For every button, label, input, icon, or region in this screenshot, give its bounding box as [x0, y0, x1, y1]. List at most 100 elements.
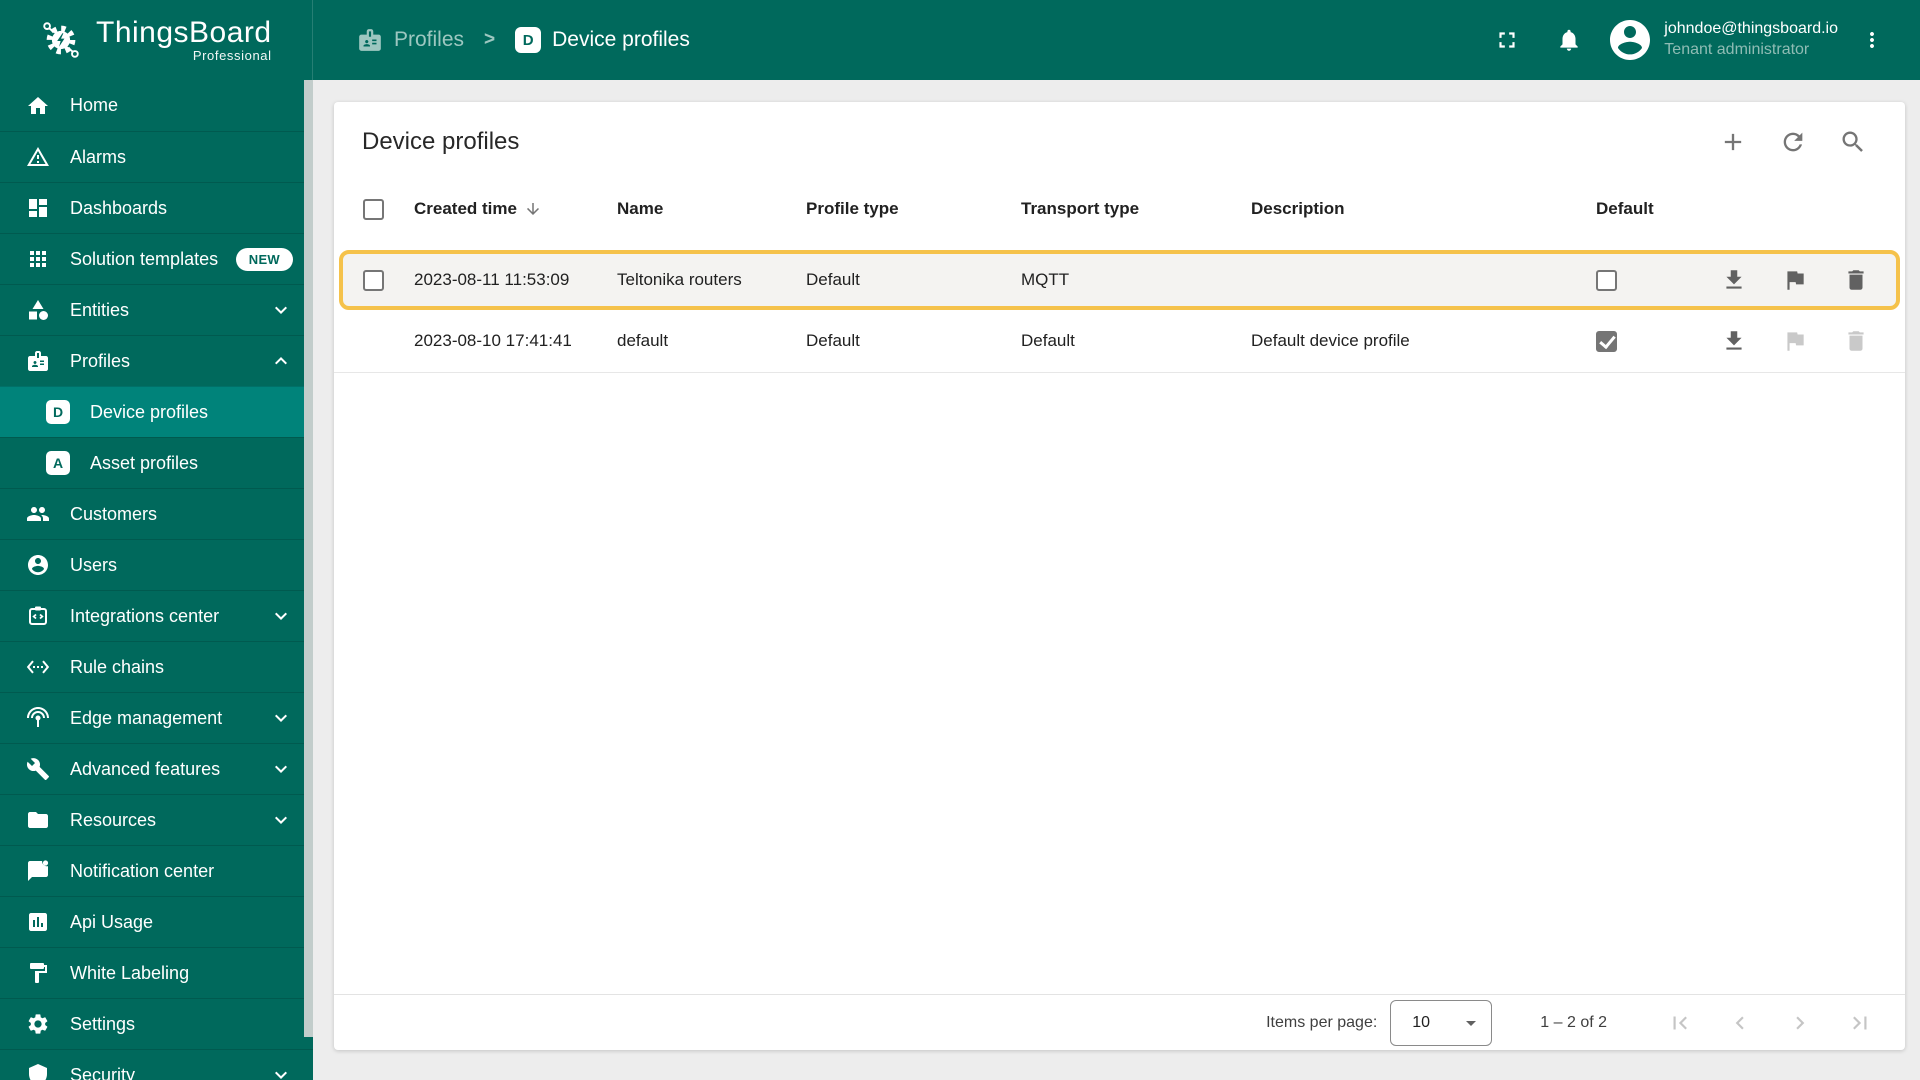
breadcrumb-device-profiles: D Device profiles	[515, 27, 690, 53]
table-toolbar	[1719, 128, 1867, 156]
device-profile-icon: D	[515, 27, 542, 53]
user-avatar-icon[interactable]	[1606, 16, 1654, 64]
table-header-row: Created time Name Profile type Transport…	[334, 186, 1905, 232]
top-header-bar: ThingsBoard Professional Profiles > D De…	[0, 0, 1920, 80]
chevron-down-icon	[269, 1063, 293, 1080]
sidebar-item-edge-management[interactable]: Edge management	[0, 692, 313, 743]
sidebar-item-users[interactable]: Users	[0, 539, 313, 590]
dropdown-caret-icon	[1459, 1011, 1483, 1035]
chevron-down-icon	[269, 757, 293, 781]
page-size-value: 10	[1412, 1013, 1431, 1031]
notification-message-icon	[26, 859, 50, 883]
column-header-created-time[interactable]: Created time	[414, 199, 617, 219]
delete-profile-button[interactable]	[1843, 267, 1869, 293]
topbar-actions: johndoe@thingsboard.io Tenant administra…	[1494, 16, 1920, 64]
export-profile-button[interactable]	[1721, 267, 1747, 293]
sidebar-item-alarms[interactable]: Alarms	[0, 131, 313, 182]
cell-description: Default device profile	[1251, 331, 1410, 350]
warning-icon	[26, 145, 50, 169]
sidebar-item-security[interactable]: Security	[0, 1049, 313, 1080]
add-device-profile-button[interactable]	[1719, 128, 1747, 156]
user-menu[interactable]: johndoe@thingsboard.io Tenant administra…	[1664, 19, 1838, 61]
default-checkbox[interactable]	[1596, 330, 1617, 352]
sidebar-item-dashboards[interactable]: Dashboards	[0, 182, 313, 233]
breadcrumb-separator: >	[484, 29, 496, 50]
cell-name: Teltonika routers	[617, 270, 742, 289]
sidebar-item-device-profiles[interactable]: D Device profiles	[0, 386, 313, 437]
more-options-button[interactable]	[1860, 28, 1884, 52]
cell-created-time: 2023-08-10 17:41:41	[414, 331, 572, 350]
sidebar-item-home[interactable]: Home	[0, 80, 313, 131]
sidebar-item-integrations-center[interactable]: Integrations center	[0, 590, 313, 641]
cell-name: default	[617, 331, 669, 350]
pagination-range-label: 1 – 2 of 2	[1540, 1013, 1607, 1031]
row-checkbox[interactable]	[363, 269, 384, 291]
notifications-bell-button[interactable]	[1556, 27, 1582, 53]
sidebar-item-customers[interactable]: Customers	[0, 488, 313, 539]
sidebar-item-resources[interactable]: Resources	[0, 794, 313, 845]
select-all-checkbox[interactable]	[363, 198, 384, 220]
category-icon	[26, 298, 50, 322]
sidebar-item-white-labeling[interactable]: White Labeling	[0, 947, 313, 998]
sidebar-item-entities[interactable]: Entities	[0, 284, 313, 335]
column-header-name[interactable]: Name	[617, 199, 806, 219]
sidebar-item-settings[interactable]: Settings	[0, 998, 313, 1049]
thingsboard-logo-icon	[38, 17, 84, 63]
user-role: Tenant administrator	[1664, 41, 1810, 58]
sidebar-item-api-usage[interactable]: Api Usage	[0, 896, 313, 947]
home-icon	[26, 94, 50, 118]
next-page-button	[1787, 1010, 1813, 1036]
refresh-button[interactable]	[1779, 128, 1807, 156]
table-row-default[interactable]: 2023-08-10 17:41:41 default Default Defa…	[334, 310, 1905, 373]
cell-profile-type: Default	[806, 270, 860, 289]
fullscreen-button[interactable]	[1494, 27, 1520, 53]
page-title: Device profiles	[362, 128, 520, 155]
sidebar-item-advanced-features[interactable]: Advanced features	[0, 743, 313, 794]
last-page-button	[1847, 1010, 1873, 1036]
user-email: johndoe@thingsboard.io	[1664, 20, 1838, 38]
folder-icon	[26, 808, 50, 832]
chevron-down-icon	[269, 808, 293, 832]
column-header-description[interactable]: Description	[1251, 199, 1596, 219]
dashboard-icon	[26, 196, 50, 220]
previous-page-button	[1727, 1010, 1753, 1036]
pagination-controls	[1667, 1010, 1873, 1036]
antenna-icon	[26, 706, 50, 730]
brand-name: ThingsBoard	[96, 15, 272, 49]
new-badge: NEW	[235, 247, 293, 271]
sidebar-item-rule-chains[interactable]: Rule chains	[0, 641, 313, 692]
apps-grid-icon	[26, 247, 50, 271]
sidebar-item-asset-profiles[interactable]: A Asset profiles	[0, 437, 313, 488]
page-size-select[interactable]: 10	[1390, 999, 1493, 1046]
sidebar-item-profiles[interactable]: Profiles	[0, 335, 313, 386]
badge-icon	[26, 349, 50, 373]
paint-roller-icon	[26, 961, 50, 985]
set-default-flag-button[interactable]	[1782, 267, 1808, 293]
main-content: Device profiles Created time Name Profil…	[313, 80, 1920, 1080]
column-header-default[interactable]: Default	[1596, 199, 1721, 219]
sort-descending-icon	[524, 200, 542, 218]
cell-profile-type: Default	[806, 331, 860, 350]
first-page-button	[1667, 1010, 1693, 1036]
cell-created-time: 2023-08-11 11:53:09	[414, 270, 570, 289]
column-header-transport-type[interactable]: Transport type	[1021, 199, 1251, 219]
sidebar-item-notification-center[interactable]: Notification center	[0, 845, 313, 896]
chevron-down-icon	[269, 604, 293, 628]
brand-logo[interactable]: ThingsBoard Professional	[0, 0, 313, 80]
chevron-up-icon	[269, 349, 293, 373]
cell-transport-type: Default	[1021, 331, 1075, 350]
sidebar-scrollbar[interactable]	[304, 80, 313, 1037]
table-row-teltonika-routers[interactable]: 2023-08-11 11:53:09 Teltonika routers De…	[339, 250, 1900, 310]
search-button[interactable]	[1839, 128, 1867, 156]
sidebar-item-solution-templates[interactable]: Solution templates NEW	[0, 233, 313, 284]
set-default-flag-button-disabled	[1782, 328, 1808, 354]
column-header-profile-type[interactable]: Profile type	[806, 199, 1021, 219]
export-profile-button[interactable]	[1721, 328, 1747, 354]
ethernet-code-icon	[26, 655, 50, 679]
account-circle-icon	[26, 553, 50, 577]
chevron-down-icon	[269, 298, 293, 322]
breadcrumb-profiles[interactable]: Profiles	[357, 27, 464, 53]
device-profiles-card: Device profiles Created time Name Profil…	[334, 102, 1905, 1050]
default-checkbox[interactable]	[1596, 269, 1617, 291]
chevron-down-icon	[269, 706, 293, 730]
